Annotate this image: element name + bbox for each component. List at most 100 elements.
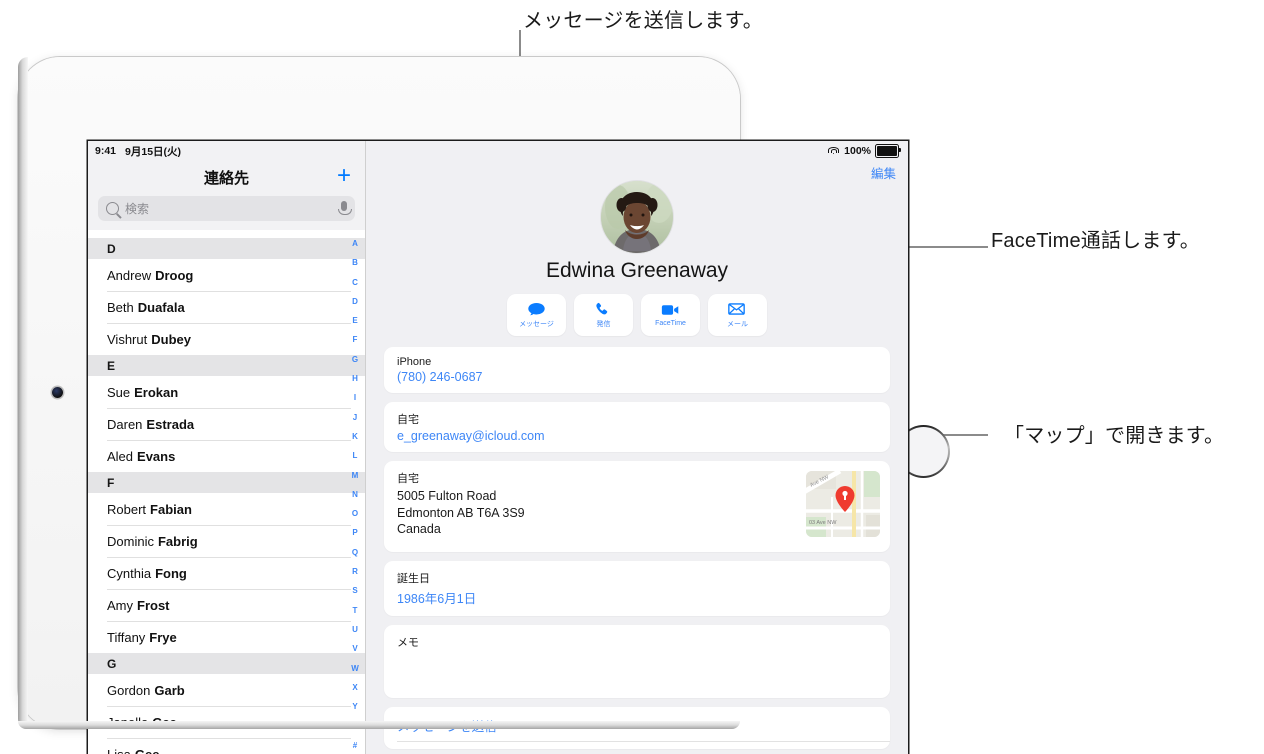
- search-bar-container: 検索: [88, 196, 365, 230]
- contact-row[interactable]: VishrutDubey: [88, 323, 365, 355]
- contact-first-name: Amy: [107, 598, 133, 613]
- contact-last-name: Fabian: [150, 502, 192, 517]
- field-address[interactable]: 自宅 5005 Fulton Road Edmonton AB T6A 3S9 …: [384, 461, 890, 552]
- index-letter-b[interactable]: B: [352, 259, 358, 267]
- avatar[interactable]: [601, 181, 673, 253]
- index-letter-p[interactable]: P: [352, 529, 357, 537]
- callout-label-map: 「マップ」で開きます。: [1004, 419, 1224, 448]
- alphabet-index-strip[interactable]: A B C D E F G H I J K L M N O P Q R S T U V W X Y Z #: [347, 240, 363, 750]
- edit-button[interactable]: 編集: [871, 163, 896, 182]
- contact-row[interactable]: DominicFabrig: [88, 525, 365, 557]
- contact-row[interactable]: GordonGarb: [88, 674, 365, 706]
- index-letter-g[interactable]: G: [352, 356, 358, 364]
- index-letter-z[interactable]: Z: [353, 722, 358, 730]
- contact-row[interactable]: AmyFrost: [88, 589, 365, 621]
- search-icon: [106, 202, 119, 215]
- index-letter-k[interactable]: K: [352, 433, 358, 441]
- status-time: 9:41: [95, 145, 116, 157]
- index-letter-t[interactable]: T: [353, 607, 358, 615]
- contact-row[interactable]: Robert Fabian: [88, 493, 365, 525]
- contact-first-name: Sue: [107, 385, 130, 400]
- index-letter-r[interactable]: R: [352, 568, 358, 576]
- action-button-facetime[interactable]: FaceTime: [641, 294, 700, 336]
- field-email[interactable]: 自宅 e_greenaway@icloud.com: [384, 402, 890, 452]
- index-letter-q[interactable]: Q: [352, 549, 358, 557]
- index-letter-a[interactable]: A: [352, 240, 358, 248]
- contact-last-name: Estrada: [146, 417, 194, 432]
- send-message-row[interactable]: メッセージを送信: [384, 707, 890, 749]
- callout-label-message: メッセージを送信します。: [523, 4, 763, 33]
- index-letter-x[interactable]: X: [352, 684, 357, 692]
- contact-first-name: Andrew: [107, 268, 151, 283]
- section-header-g: G: [88, 653, 365, 674]
- field-value-email[interactable]: e_greenaway@icloud.com: [397, 429, 877, 443]
- contact-row[interactable]: Aled Evans: [88, 440, 365, 472]
- index-letter-o[interactable]: O: [352, 510, 358, 518]
- contact-row[interactable]: Tiffany Frye: [88, 621, 365, 653]
- field-label-email: 自宅: [397, 411, 877, 427]
- search-input[interactable]: 検索: [98, 196, 355, 221]
- field-value-birthday[interactable]: 1986年6月1日: [397, 588, 877, 607]
- contact-row[interactable]: SueErokan: [88, 376, 365, 408]
- field-value-address-line2: Edmonton AB T6A 3S9: [397, 505, 877, 522]
- index-letter-s[interactable]: S: [352, 587, 357, 595]
- page-title: 連絡先: [88, 167, 365, 188]
- contact-first-name: Aled: [107, 449, 133, 464]
- contact-first-name: Tiffany: [107, 630, 145, 645]
- field-label-notes: メモ: [397, 634, 877, 650]
- index-letter-v[interactable]: V: [352, 645, 357, 653]
- contact-first-name: Beth: [107, 300, 134, 315]
- field-birthday[interactable]: 誕生日 1986年6月1日: [384, 561, 890, 616]
- contact-row[interactable]: BethDuafala: [88, 291, 365, 323]
- index-letter-u[interactable]: U: [352, 626, 358, 634]
- contact-list[interactable]: DAndrewDroogBethDuafalaVishrutDubeyESueE…: [88, 238, 365, 754]
- contact-row[interactable]: DarenEstrada: [88, 408, 365, 440]
- contact-last-name: Frye: [149, 630, 176, 645]
- contact-row[interactable]: CynthiaFong: [88, 557, 365, 589]
- status-bar-left: 9:41 9月15日(火): [88, 141, 365, 160]
- status-bar-right: 100%: [366, 141, 908, 160]
- index-letter-j[interactable]: J: [353, 414, 357, 422]
- send-message-label[interactable]: メッセージを送信: [397, 716, 877, 735]
- field-label-phone: iPhone: [397, 356, 877, 368]
- contact-row[interactable]: AndrewDroog: [88, 259, 365, 291]
- contact-action-buttons: メッセージ 発信 FaceTime: [366, 294, 908, 336]
- contact-last-name: Fong: [155, 566, 187, 581]
- index-letter-hash[interactable]: #: [353, 742, 357, 750]
- contact-first-name: Robert: [107, 502, 146, 517]
- field-phone[interactable]: iPhone (780) 246-0687: [384, 347, 890, 393]
- index-letter-n[interactable]: N: [352, 491, 358, 499]
- field-value-address-line3: Canada: [397, 521, 877, 538]
- contact-last-name: Gee: [135, 747, 160, 754]
- index-letter-f[interactable]: F: [353, 336, 358, 344]
- action-label-message: メッセージ: [519, 319, 554, 329]
- index-letter-c[interactable]: C: [352, 279, 358, 287]
- index-letter-m[interactable]: M: [352, 472, 359, 480]
- field-value-phone[interactable]: (780) 246-0687: [397, 370, 877, 384]
- field-notes[interactable]: メモ: [384, 625, 890, 698]
- contact-last-name: Fabrig: [158, 534, 198, 549]
- index-letter-y[interactable]: Y: [352, 703, 357, 711]
- contact-first-name: Gordon: [107, 683, 150, 698]
- action-button-call[interactable]: 発信: [574, 294, 633, 336]
- message-bubble-icon: [527, 302, 546, 316]
- microphone-icon[interactable]: [341, 201, 347, 211]
- index-letter-i[interactable]: I: [354, 394, 356, 402]
- field-value-address-line1: 5005 Fulton Road: [397, 488, 877, 505]
- contact-row[interactable]: LisaGee: [88, 738, 365, 754]
- add-contact-button[interactable]: +: [337, 164, 351, 188]
- front-camera-icon: [52, 387, 63, 398]
- index-letter-l[interactable]: L: [353, 452, 358, 460]
- contact-last-name: Evans: [137, 449, 175, 464]
- contact-last-name: Gee: [152, 715, 177, 730]
- action-label-call: 発信: [597, 319, 611, 329]
- map-thumbnail[interactable]: Ave NW 03 Ave NW: [806, 471, 880, 537]
- index-letter-e[interactable]: E: [352, 317, 357, 325]
- contact-row[interactable]: JanelleGee: [88, 706, 365, 738]
- index-letter-w[interactable]: W: [351, 665, 359, 673]
- action-button-mail[interactable]: メール: [708, 294, 767, 336]
- action-button-message[interactable]: メッセージ: [507, 294, 566, 336]
- index-letter-h[interactable]: H: [352, 375, 358, 383]
- ipad-device-frame: 9:41 9月15日(火) 連絡先 + 検索 D AndrewDroog Beth D…: [18, 57, 740, 729]
- index-letter-d[interactable]: D: [352, 298, 358, 306]
